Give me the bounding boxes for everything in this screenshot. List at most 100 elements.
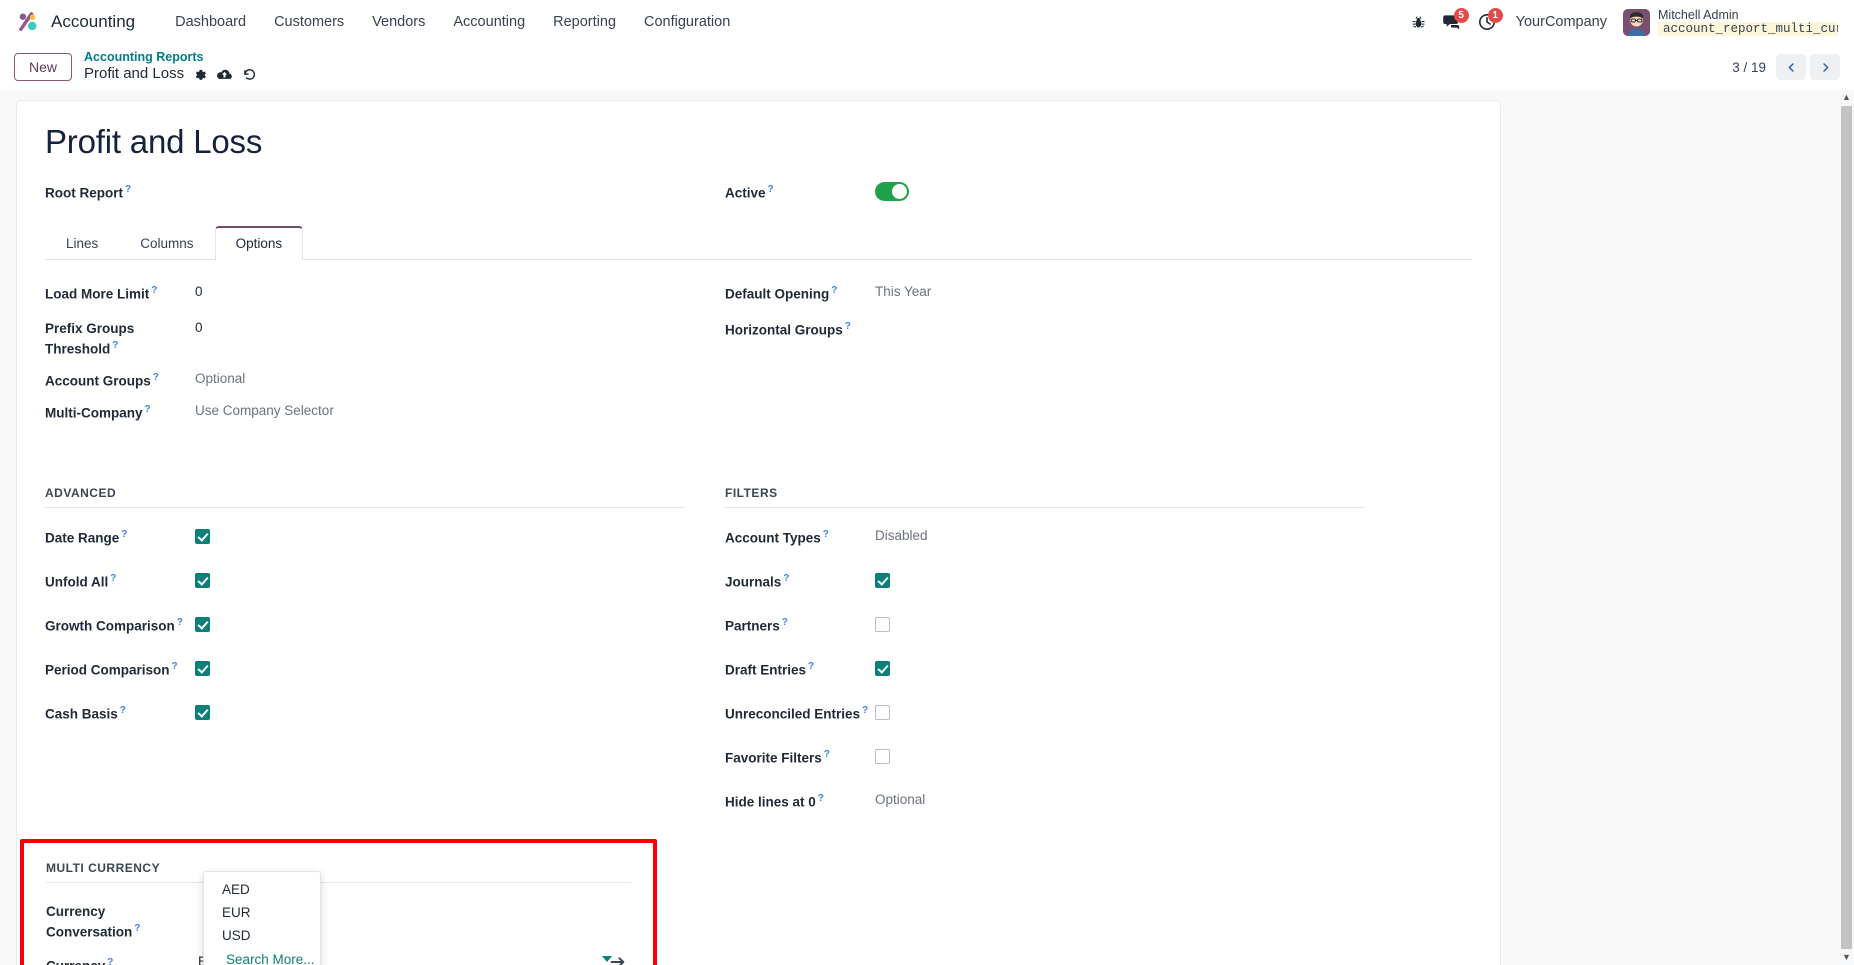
tab-options[interactable]: Options [214,226,304,260]
new-button[interactable]: New [14,53,73,81]
help-icon[interactable]: ? [768,184,774,195]
help-icon[interactable]: ? [112,340,118,351]
hide-lines-at-zero-label: Hide lines at 0? [725,792,824,810]
field-prefix-groups-threshold: Prefix Groups Threshold? 0 [45,316,685,359]
help-icon[interactable]: ? [172,661,178,672]
activities-clock-icon[interactable]: 1 [1470,5,1504,39]
main-menu: Dashboard Customers Vendors Accounting R… [161,8,744,36]
discard-undo-icon[interactable] [242,67,257,82]
help-icon[interactable]: ? [120,705,126,716]
favorite-filters-checkbox[interactable] [875,748,890,764]
scroll-up-arrow-icon[interactable]: ▲ [1842,90,1851,105]
odoo-logo-icon[interactable] [16,9,42,35]
app-name[interactable]: Accounting [51,12,135,32]
journals-checkbox[interactable] [875,572,890,588]
menu-item-vendors[interactable]: Vendors [358,8,439,36]
tab-columns[interactable]: Columns [119,226,214,260]
breadcrumb-current-row: Profit and Loss [84,65,257,83]
hide-lines-at-zero-value[interactable]: Optional [875,788,925,808]
help-icon[interactable]: ? [818,793,824,804]
chevron-down-icon[interactable] [602,955,612,962]
multi-currency-section-title: MULTI CURRENCY [46,861,631,883]
unfold-all-label: Unfold All? [45,572,117,590]
dropdown-option-usd[interactable]: USD [204,924,320,947]
help-icon[interactable]: ? [824,749,830,760]
currency-conversation-label: Currency Conversation? [46,904,141,940]
help-icon[interactable]: ? [121,529,127,540]
partners-checkbox[interactable] [875,616,890,632]
period-comparison-checkbox[interactable] [195,660,210,676]
filters-section-title: FILTERS [725,486,1365,508]
help-icon[interactable]: ? [151,285,157,296]
multi-company-value[interactable]: Use Company Selector [195,399,334,419]
journals-label: Journals? [725,572,790,590]
help-icon[interactable]: ? [177,617,183,628]
default-opening-value[interactable]: This Year [875,280,931,300]
help-icon[interactable]: ? [845,321,851,332]
help-icon[interactable]: ? [125,184,131,195]
company-switcher[interactable]: YourCompany [1504,8,1619,36]
tab-lines[interactable]: Lines [45,226,119,260]
cloud-upload-icon[interactable] [216,68,233,82]
dropdown-option-eur[interactable]: EUR [204,901,320,924]
user-menu[interactable]: Mitchell Admin account_report_multi_cur… [1619,6,1844,39]
advanced-filters-row: ADVANCED Date Range? Unfold All? Growth … [45,486,1472,819]
user-name: Mitchell Admin [1658,7,1739,22]
menu-item-customers[interactable]: Customers [260,8,358,36]
pager-next-button[interactable] [1810,54,1840,80]
dropdown-search-more[interactable]: Search More... [204,947,320,965]
date-range-checkbox[interactable] [195,528,210,544]
pager-previous-button[interactable] [1776,54,1806,80]
field-favorite-filters: Favorite Filters? [725,744,1365,774]
help-icon[interactable]: ? [110,573,116,584]
bug-icon[interactable] [1402,5,1436,39]
menu-item-reporting[interactable]: Reporting [539,8,630,36]
field-unreconciled-entries: Unreconciled Entries? [725,700,1365,730]
internal-link-arrow-icon[interactable] [610,955,626,965]
filters-group: FILTERS Account Types? Disabled Journals… [725,486,1365,819]
messages-icon[interactable]: 5 [1436,5,1470,39]
help-icon[interactable]: ? [808,661,814,672]
field-cash-basis: Cash Basis? [45,700,685,730]
field-default-opening: Default Opening? This Year [725,280,1365,310]
unreconciled-entries-checkbox[interactable] [875,704,890,720]
scrollbar-thumb[interactable] [1841,106,1852,949]
account-groups-value[interactable]: Optional [195,367,245,387]
help-icon[interactable]: ? [783,573,789,584]
prefix-groups-threshold-value[interactable]: 0 [195,316,203,336]
advanced-group: ADVANCED Date Range? Unfold All? Growth … [45,486,685,819]
help-icon[interactable]: ? [862,705,868,716]
help-icon[interactable]: ? [145,404,151,415]
cash-basis-label: Cash Basis? [45,704,126,722]
growth-comparison-checkbox[interactable] [195,616,210,632]
help-icon[interactable]: ? [153,372,159,383]
field-horizontal-groups: Horizontal Groups? [725,316,1365,346]
draft-entries-checkbox[interactable] [875,660,890,676]
help-icon[interactable]: ? [134,923,140,934]
cash-basis-checkbox[interactable] [195,704,210,720]
breadcrumb-parent-link[interactable]: Accounting Reports [84,50,257,65]
menu-item-dashboard[interactable]: Dashboard [161,8,260,36]
account-types-value[interactable]: Disabled [875,524,928,544]
help-icon[interactable]: ? [823,529,829,540]
control-panel: New Accounting Reports Profit and Loss 3… [0,44,1854,90]
help-icon[interactable]: ? [107,957,113,965]
draft-entries-label: Draft Entries? [725,660,815,678]
scroll-down-arrow-icon[interactable]: ▼ [1842,950,1851,965]
growth-comparison-label: Growth Comparison? [45,616,183,634]
user-info: Mitchell Admin account_report_multi_cur… [1658,8,1838,37]
unfold-all-checkbox[interactable] [195,572,210,588]
menu-item-accounting[interactable]: Accounting [439,8,539,36]
field-journals: Journals? [725,568,1365,598]
dropdown-option-aed[interactable]: AED [204,878,320,901]
breadcrumb-current: Profit and Loss [84,65,185,83]
active-toggle[interactable] [875,182,909,201]
help-icon[interactable]: ? [782,617,788,628]
menu-item-configuration[interactable]: Configuration [630,8,744,36]
vertical-scrollbar[interactable]: ▲ ▼ [1839,90,1854,965]
help-icon[interactable]: ? [831,285,837,296]
gear-icon[interactable] [193,68,207,82]
date-range-label: Date Range? [45,528,128,546]
load-more-limit-value[interactable]: 0 [195,280,203,300]
top-navbar: Accounting Dashboard Customers Vendors A… [0,0,1854,44]
